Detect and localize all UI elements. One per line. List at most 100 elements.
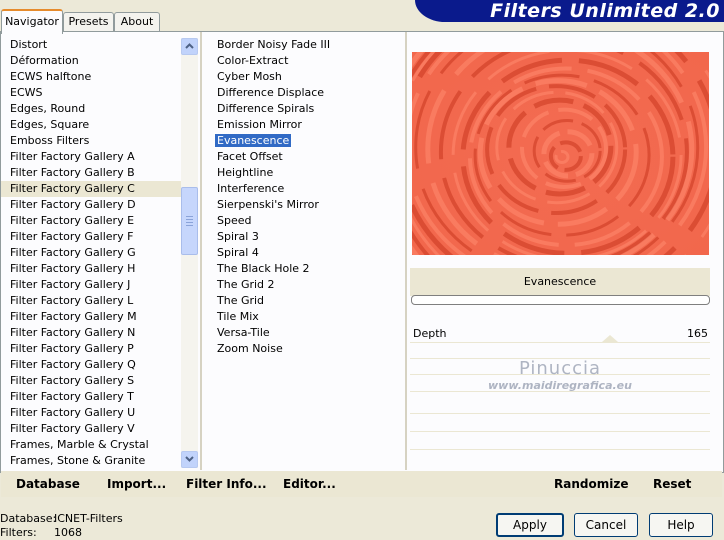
category-item[interactable]: ECWS [1,85,181,101]
scroll-thumb[interactable] [181,187,198,255]
watermark-name: Pinuccia [518,358,602,379]
filter-item[interactable]: Interference [212,181,402,197]
database-value: ICNET-Filters [54,512,123,525]
filter-item-label: Difference Spirals [217,102,315,115]
filter-item[interactable]: Heightline [212,165,402,181]
depth-value: 165 [687,327,708,340]
filter-item-label: The Black Hole 2 [217,262,310,275]
filter-item[interactable]: Cyber Mosh [212,69,402,85]
category-item[interactable]: Déformation [1,53,181,69]
filter-item[interactable]: Emission Mirror [212,117,402,133]
category-item[interactable]: Filter Factory Gallery J [1,277,181,293]
category-item[interactable]: Filter Factory Gallery G [1,245,181,261]
filter-item-label: Color-Extract [217,54,289,67]
filter-item[interactable]: Tile Mix [212,309,402,325]
filters-label: Filters: [0,526,37,539]
filter-item-label: Sierpenski's Mirror [217,198,319,211]
filter-item-label: Emission Mirror [217,118,302,131]
category-item[interactable]: Emboss Filters [1,133,181,149]
randomize-button[interactable]: Randomize [554,477,628,491]
filter-item[interactable]: The Black Hole 2 [212,261,402,277]
filter-item[interactable]: The Grid 2 [212,277,402,293]
chevron-up-icon [185,43,194,49]
category-item[interactable]: Edges, Round [1,101,181,117]
editor-button[interactable]: Editor... [283,477,336,491]
category-item[interactable]: Filter Factory Gallery F [1,229,181,245]
category-item[interactable]: Filter Factory Gallery D [1,197,181,213]
watermark: Pinuccia www.maidiregrafica.eu [410,358,710,392]
category-scrollbar[interactable] [181,38,198,468]
filter-item[interactable]: Speed [212,213,402,229]
preview-caption: Evanescence [410,268,710,296]
filter-item[interactable]: Border Noisy Fade III [212,37,402,53]
category-item[interactable]: Filter Factory Gallery B [1,165,181,181]
filter-item[interactable]: Facet Offset [212,149,402,165]
scroll-down-button[interactable] [181,451,198,468]
category-item[interactable]: Filter Factory Gallery U [1,405,181,421]
filter-item-label: The Grid 2 [217,278,275,291]
filter-item-label: The Grid [217,294,265,307]
watermark-url: www.maidiregrafica.eu [488,379,632,392]
import-button[interactable]: Import... [107,477,166,491]
filter-item-label: Spiral 3 [217,230,259,243]
filter-item[interactable]: Evanescence [212,133,402,149]
depth-slider[interactable]: Depth 165 [410,326,710,342]
tab-presets[interactable]: Presets [63,12,114,31]
help-button[interactable]: Help [649,513,713,537]
category-item[interactable]: Filter Factory Gallery Q [1,357,181,373]
category-item[interactable]: ECWS halftone [1,69,181,85]
divider [200,32,202,470]
divider [405,32,407,470]
category-item[interactable]: Filter Factory Gallery H [1,261,181,277]
category-item[interactable]: Filter Factory Gallery P [1,341,181,357]
filter-info-button[interactable]: Filter Info... [186,477,267,491]
category-item[interactable]: Edges, Square [1,117,181,133]
filter-item-label: Zoom Noise [217,342,283,355]
filter-item-label: Facet Offset [217,150,283,163]
filter-item[interactable]: Versa-Tile [212,325,402,341]
filter-item[interactable]: Difference Spirals [212,101,402,117]
filter-item-label: Heightline [217,166,274,179]
scroll-up-button[interactable] [181,38,198,55]
category-item[interactable]: Filter Factory Gallery C [1,181,181,197]
filter-item[interactable]: Difference Displace [212,85,402,101]
category-item[interactable]: Filter Factory Gallery A [1,149,181,165]
slider-marker-icon[interactable] [600,334,620,342]
filter-item-label: Spiral 4 [217,246,259,259]
category-item[interactable]: Filter Factory Gallery L [1,293,181,309]
progress-bar [411,295,710,305]
filter-item-label: Evanescence [213,133,293,148]
category-list[interactable]: Distort Déformation ECWS halftone ECWS Edges… [1,37,181,469]
category-item[interactable]: Frames, Stone & Granite [1,453,181,469]
tab-navigator[interactable]: Navigator [1,9,63,34]
category-item[interactable]: Filter Factory Gallery E [1,213,181,229]
app-title: Filters Unlimited 2.0 [490,0,720,22]
filter-item-label: Border Noisy Fade III [217,38,331,51]
category-item[interactable]: Distort [1,37,181,53]
category-item[interactable]: Filter Factory Gallery M [1,309,181,325]
filter-item-label: Difference Displace [217,86,325,99]
category-item[interactable]: Filter Factory Gallery N [1,325,181,341]
category-item[interactable]: Filter Factory Gallery V [1,421,181,437]
cancel-button[interactable]: Cancel [574,513,638,537]
filter-item-label: Speed [217,214,252,227]
category-item[interactable]: Filter Factory Gallery S [1,373,181,389]
filter-item[interactable]: Spiral 3 [212,229,402,245]
filter-item[interactable]: Zoom Noise [212,341,402,357]
filter-item[interactable]: Spiral 4 [212,245,402,261]
tab-about[interactable]: About [114,12,160,31]
bottom-toolbar: Database Import... Filter Info... Editor… [1,471,722,497]
filter-item[interactable]: Color-Extract [212,53,402,69]
filter-list[interactable]: Border Noisy Fade III Color-Extract Cyber … [212,37,402,469]
database-button[interactable]: Database [16,477,80,491]
filter-item-label: Versa-Tile [217,326,270,339]
chevron-down-icon [185,456,194,462]
depth-label: Depth [413,327,447,340]
database-label: Database: [0,512,57,525]
category-item[interactable]: Frames, Marble & Crystal [1,437,181,453]
filter-item[interactable]: The Grid [212,293,402,309]
reset-button[interactable]: Reset [653,477,691,491]
apply-button[interactable]: Apply [496,513,564,537]
category-item[interactable]: Filter Factory Gallery T [1,389,181,405]
filter-item[interactable]: Sierpenski's Mirror [212,197,402,213]
